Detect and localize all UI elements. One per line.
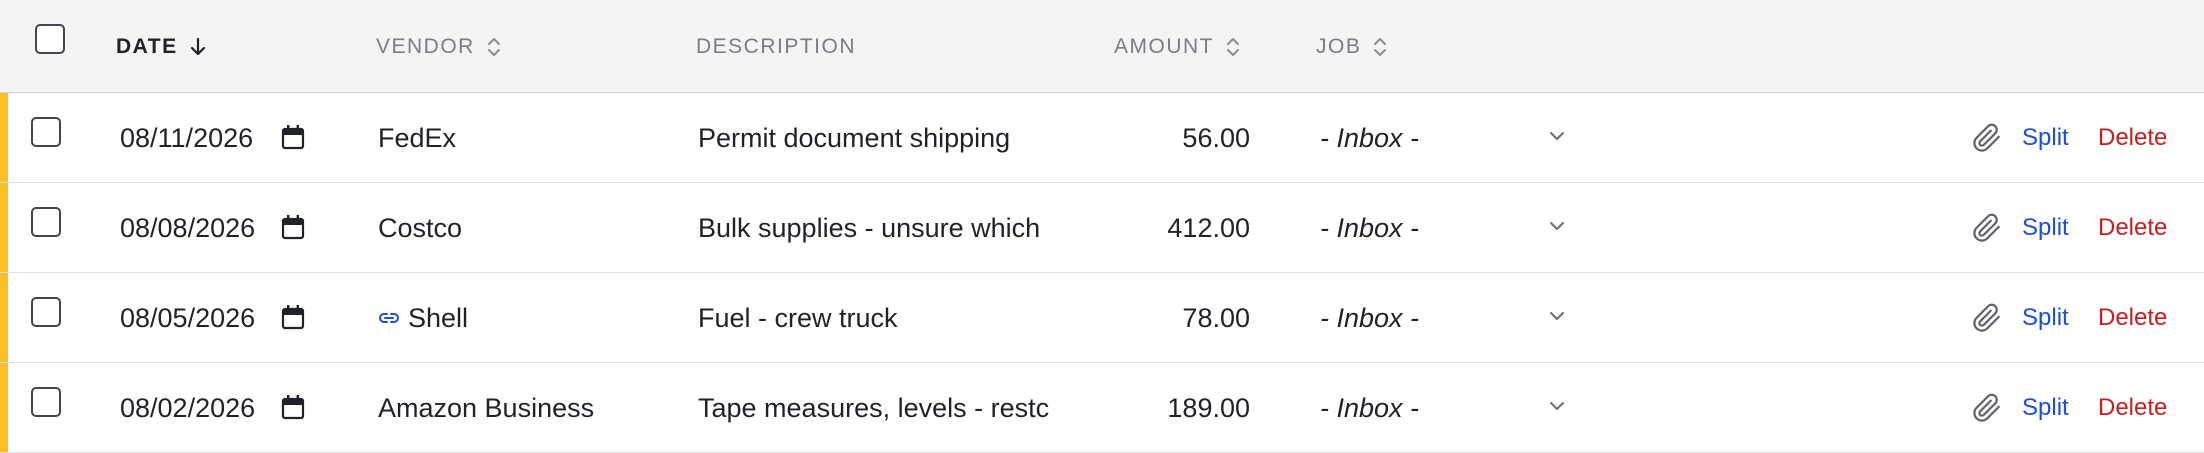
column-header-description: DESCRIPTION (696, 0, 856, 93)
split-button[interactable]: Split (2022, 273, 2069, 363)
split-button[interactable]: Split (2022, 93, 2069, 183)
expenses-table: DATE VENDOR DESCRIPTION AMOUNT JOB 08/11… (0, 0, 2204, 453)
vendor-name[interactable]: Shell (378, 273, 678, 363)
job-select[interactable]: - Inbox - (1320, 93, 1580, 183)
row-highlight-bar (0, 363, 8, 452)
row-checkbox[interactable] (31, 387, 61, 417)
sort-icon (487, 36, 501, 58)
sort-descending-icon (190, 37, 206, 57)
column-header-date[interactable]: DATE (116, 0, 206, 93)
calendar-icon[interactable] (281, 214, 305, 245)
calendar-icon[interactable] (281, 394, 305, 425)
link-icon (378, 311, 400, 325)
attachment-icon[interactable] (1972, 393, 2002, 428)
row-highlight-bar (0, 93, 8, 182)
calendar-icon[interactable] (281, 124, 305, 155)
description-text[interactable]: Tape measures, levels - restc (698, 363, 1050, 453)
amount-value[interactable]: 412.00 (1100, 183, 1250, 273)
row-highlight-bar (0, 183, 8, 272)
calendar-icon[interactable] (281, 304, 305, 335)
column-header-vendor-label: VENDOR (376, 34, 475, 58)
chevron-down-icon[interactable] (1548, 219, 1566, 237)
job-select[interactable]: - Inbox - (1320, 183, 1580, 273)
vendor-label: Costco (378, 212, 463, 243)
column-header-vendor[interactable]: VENDOR (376, 0, 501, 93)
table-row: 08/08/2026 Costco Bulk supplies - unsure… (0, 183, 2204, 273)
column-header-description-label: DESCRIPTION (696, 34, 857, 58)
table-row: 08/05/2026 Shell Fuel - crew truck 78.00… (0, 273, 2204, 363)
column-header-date-label: DATE (116, 34, 178, 58)
row-checkbox[interactable] (31, 207, 61, 237)
split-button[interactable]: Split (2022, 363, 2069, 453)
vendor-name[interactable]: Costco (378, 183, 678, 273)
amount-value[interactable]: 189.00 (1100, 363, 1250, 453)
vendor-label: FedEx (378, 122, 457, 153)
chevron-down-icon[interactable] (1548, 309, 1566, 327)
split-button[interactable]: Split (2022, 183, 2069, 273)
column-header-amount[interactable]: AMOUNT (1114, 0, 1240, 93)
attachment-icon[interactable] (1972, 213, 2002, 248)
vendor-name[interactable]: FedEx (378, 93, 678, 183)
row-checkbox[interactable] (31, 117, 61, 147)
row-checkbox[interactable] (31, 297, 61, 327)
vendor-name[interactable]: Amazon Business (378, 363, 678, 453)
vendor-label: Amazon Business (378, 392, 595, 423)
delete-button[interactable]: Delete (2098, 273, 2167, 363)
job-select[interactable]: - Inbox - (1320, 273, 1580, 363)
attachment-icon[interactable] (1972, 123, 2002, 158)
column-header-amount-label: AMOUNT (1114, 34, 1214, 58)
column-header-job-label: JOB (1316, 34, 1362, 58)
select-all-checkbox[interactable] (35, 24, 65, 54)
attachment-icon[interactable] (1972, 303, 2002, 338)
description-text[interactable]: Fuel - crew truck (698, 273, 1050, 363)
description-text[interactable]: Bulk supplies - unsure which (698, 183, 1050, 273)
amount-value[interactable]: 78.00 (1100, 273, 1250, 363)
table-row: 08/02/2026 Amazon Business Tape measures… (0, 363, 2204, 453)
delete-button[interactable]: Delete (2098, 363, 2167, 453)
job-select[interactable]: - Inbox - (1320, 363, 1580, 453)
column-header-job[interactable]: JOB (1316, 0, 1387, 93)
sort-icon (1373, 36, 1387, 58)
chevron-down-icon[interactable] (1548, 399, 1566, 417)
chevron-down-icon[interactable] (1548, 129, 1566, 147)
table-row: 08/11/2026 FedEx Permit document shippin… (0, 93, 2204, 183)
vendor-label: Shell (408, 302, 469, 333)
description-text[interactable]: Permit document shipping (698, 93, 1050, 183)
delete-button[interactable]: Delete (2098, 183, 2167, 273)
delete-button[interactable]: Delete (2098, 93, 2167, 183)
table-header: DATE VENDOR DESCRIPTION AMOUNT JOB (0, 0, 2204, 93)
amount-value[interactable]: 56.00 (1100, 93, 1250, 183)
row-highlight-bar (0, 273, 8, 362)
sort-icon (1226, 36, 1240, 58)
